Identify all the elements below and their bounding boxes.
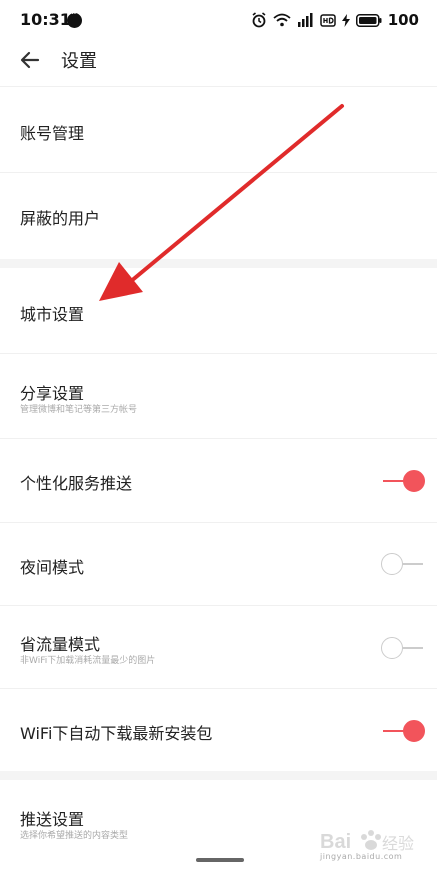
city-settings-label: 城市设置	[20, 305, 85, 324]
data-saver-item: 省流量模式 非WiFi下加载消耗流量最少的图片	[0, 606, 437, 688]
toggle-knob	[403, 720, 425, 742]
chat-bubble-icon	[67, 9, 82, 28]
wifi-auto-download-toggle[interactable]	[381, 719, 425, 743]
account-management-label: 账号管理	[20, 124, 85, 143]
charging-icon	[341, 13, 350, 27]
data-saver-subtitle: 非WiFi下加载消耗流量最少的图片	[20, 656, 156, 666]
battery-icon	[355, 13, 382, 27]
wifi-icon	[273, 13, 291, 27]
personalized-push-label: 个性化服务推送	[20, 474, 133, 493]
watermark-url: jingyan.baidu.com	[320, 852, 403, 861]
city-settings-item[interactable]: 城市设置	[0, 268, 437, 353]
status-bar: 10:31 100	[0, 0, 437, 40]
blocked-users-label: 屏蔽的用户	[20, 209, 101, 228]
night-mode-item: 夜间模式	[0, 523, 437, 605]
personalized-push-toggle[interactable]	[381, 469, 425, 493]
personalized-push-item: 个性化服务推送	[0, 439, 437, 522]
wifi-auto-download-item: WiFi下自动下载最新安装包	[0, 689, 437, 771]
toggle-knob	[403, 470, 425, 492]
page-title: 设置	[61, 51, 97, 72]
toggle-knob	[381, 553, 403, 575]
battery-level: 100	[387, 11, 419, 29]
arrow-left-icon[interactable]	[18, 48, 42, 72]
app-bar: 设置	[0, 40, 437, 86]
blocked-users-item[interactable]: 屏蔽的用户	[0, 173, 437, 259]
night-mode-label: 夜间模式	[20, 558, 85, 577]
svg-text:经验: 经验	[382, 834, 414, 853]
home-indicator[interactable]	[196, 858, 244, 862]
status-icons: 100	[251, 9, 419, 31]
section-gap	[0, 771, 437, 780]
toggle-knob	[381, 637, 403, 659]
section-gap	[0, 259, 437, 268]
hd-icon	[319, 14, 336, 27]
wifi-auto-download-label: WiFi下自动下载最新安装包	[20, 724, 213, 743]
data-saver-toggle[interactable]	[381, 636, 425, 660]
night-mode-toggle[interactable]	[381, 552, 425, 576]
alarm-icon	[252, 12, 266, 28]
svg-text:Bai: Bai	[320, 831, 351, 853]
share-settings-label: 分享设置	[20, 384, 85, 403]
share-settings-subtitle: 管理微博和笔记等第三方帐号	[20, 405, 138, 415]
account-management-item[interactable]: 账号管理	[0, 87, 437, 172]
share-settings-item[interactable]: 分享设置 管理微博和笔记等第三方帐号	[0, 354, 437, 438]
signal-icon	[297, 13, 313, 27]
push-settings-label: 推送设置	[20, 810, 85, 829]
push-settings-subtitle: 选择你希望推送的内容类型	[20, 831, 129, 841]
data-saver-label: 省流量模式	[20, 635, 101, 654]
status-time: 10:31	[20, 10, 71, 29]
